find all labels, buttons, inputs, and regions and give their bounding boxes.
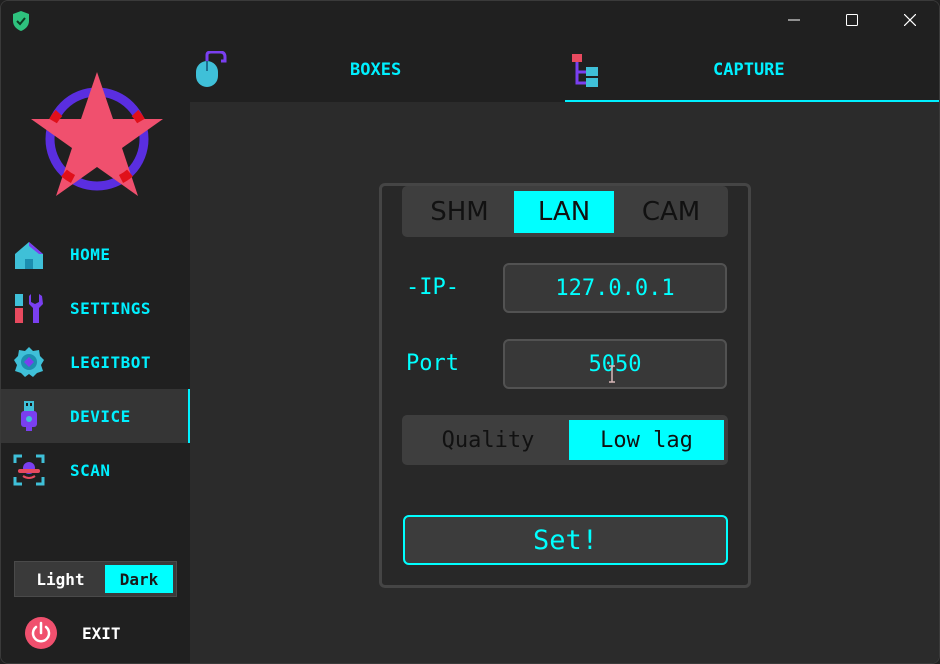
exit-button[interactable]: EXIT — [23, 613, 173, 653]
source-selector[interactable]: SHM LAN CAM — [402, 186, 728, 237]
port-label: Port — [406, 351, 459, 376]
source-option-shm[interactable]: SHM — [407, 191, 512, 233]
shield-check-icon — [13, 11, 29, 31]
minimize-button[interactable] — [765, 1, 823, 39]
mode-option-low-lag[interactable]: Low lag — [569, 420, 724, 460]
tab-boxes[interactable]: BOXES — [190, 39, 565, 102]
close-icon — [904, 14, 916, 26]
sidebar-item-label: LEGITBOT — [70, 352, 152, 372]
robot-gear-icon — [14, 347, 44, 377]
usb-device-icon — [21, 401, 37, 431]
sidebar-item-legitbot[interactable]: LEGITBOT — [1, 335, 190, 389]
sidebar-item-label: HOME — [70, 244, 111, 264]
theme-toggle[interactable]: Light Dark — [14, 561, 177, 597]
exit-label: EXIT — [82, 624, 121, 643]
tab-label: BOXES — [350, 60, 402, 80]
power-icon — [25, 617, 57, 649]
tab-label: CAPTURE — [713, 60, 785, 80]
set-button[interactable]: Set! — [403, 515, 728, 565]
sidebar: HOME SETTINGS LEGITBOT DEVICE SCAN Light… — [1, 39, 190, 663]
maximize-button[interactable] — [823, 1, 881, 39]
minimize-icon — [788, 19, 800, 21]
tab-capture[interactable]: CAPTURE — [565, 39, 939, 102]
tab-bar: BOXES CAPTURE — [190, 39, 939, 102]
sidebar-item-device[interactable]: DEVICE — [1, 389, 190, 443]
mode-option-quality[interactable]: Quality — [410, 420, 566, 460]
home-icon — [15, 242, 43, 269]
sidebar-item-scan[interactable]: SCAN — [1, 443, 190, 497]
theme-dark-option[interactable]: Dark — [105, 565, 173, 593]
text-cursor-icon — [609, 365, 615, 383]
sidebar-item-label: DEVICE — [70, 406, 131, 426]
tree-icon — [572, 54, 598, 87]
close-button[interactable] — [881, 1, 939, 39]
maximize-icon — [846, 14, 858, 26]
sidebar-item-label: SETTINGS — [70, 298, 152, 318]
sidebar-item-label: SCAN — [70, 460, 111, 480]
source-option-cam[interactable]: CAM — [618, 191, 724, 233]
theme-light-option[interactable]: Light — [18, 565, 103, 593]
star-logo — [31, 72, 163, 196]
title-bar[interactable] — [1, 1, 939, 39]
scan-icon — [13, 454, 45, 486]
mouse-icon — [196, 51, 227, 87]
ip-label: -IP- — [406, 275, 459, 300]
capture-content: SHM LAN CAM -IP- 127.0.0.1 Port 5050 Qua… — [190, 102, 939, 663]
sidebar-item-home[interactable]: HOME — [1, 227, 190, 281]
sidebar-item-settings[interactable]: SETTINGS — [1, 281, 190, 335]
app-window: HOME SETTINGS LEGITBOT DEVICE SCAN Light… — [0, 0, 940, 664]
latency-mode-selector[interactable]: Quality Low lag — [402, 415, 728, 465]
source-option-lan[interactable]: LAN — [514, 191, 614, 233]
tools-icon — [15, 294, 43, 323]
ip-input[interactable]: 127.0.0.1 — [503, 263, 727, 313]
